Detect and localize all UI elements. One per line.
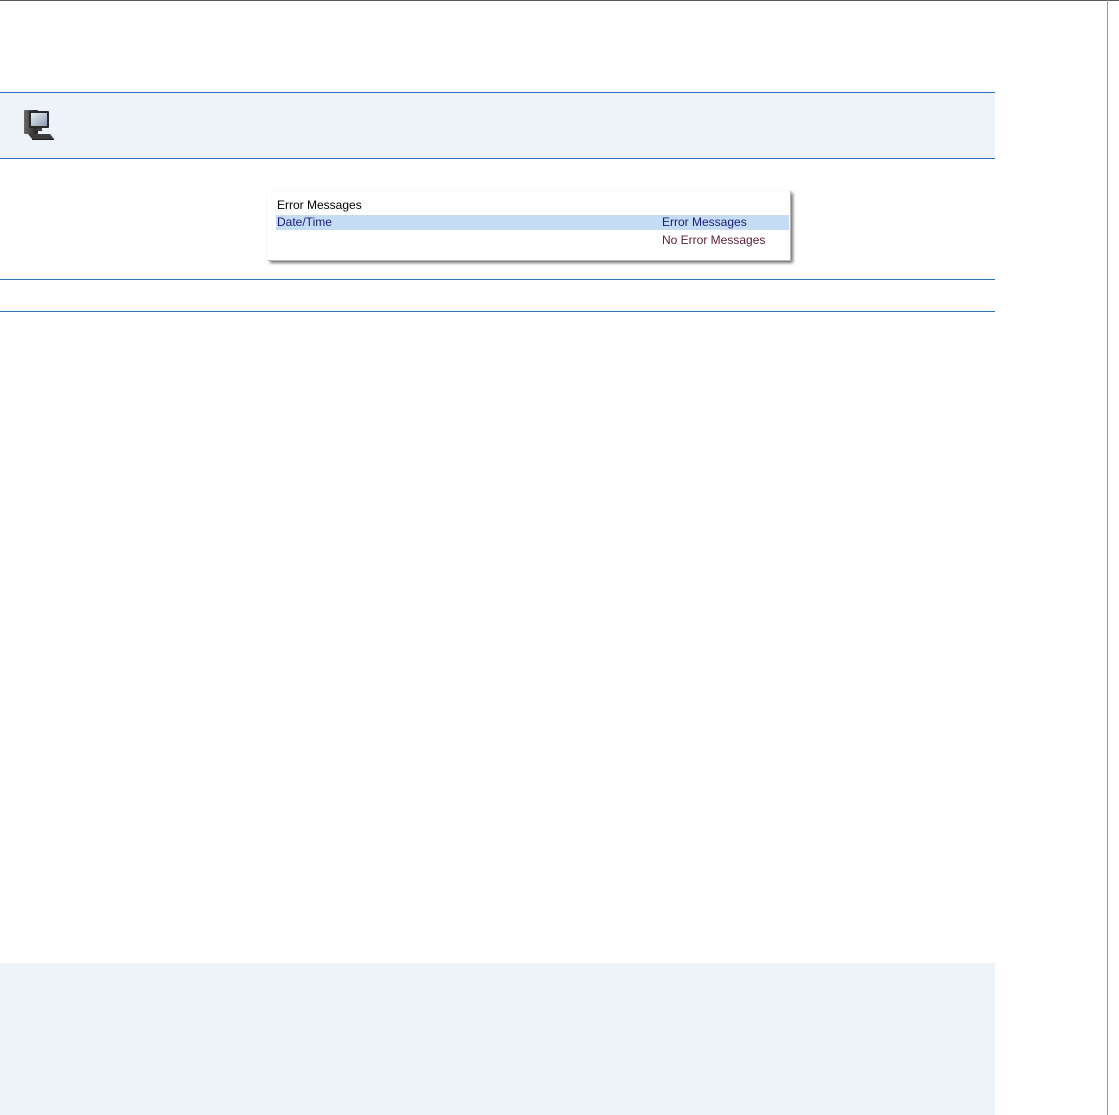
footer-band <box>0 963 995 1115</box>
manual-page: Error Messages Date/Time Error Messages … <box>0 0 1119 1115</box>
error-messages-panel: Error Messages Date/Time Error Messages … <box>268 191 791 261</box>
computer-icon <box>24 110 54 140</box>
page-margin-rule <box>1107 0 1108 1115</box>
column-header-error-messages: Error Messages <box>662 215 747 229</box>
panel-title: Error Messages <box>277 198 362 212</box>
table-header-row: Date/Time Error Messages <box>276 215 789 230</box>
web-ui-header-band <box>0 92 995 159</box>
section-divider <box>0 279 995 280</box>
page-top-rule <box>0 0 1119 1</box>
section-divider <box>0 311 995 312</box>
column-header-date-time: Date/Time <box>277 215 332 229</box>
table-row-message: No Error Messages <box>662 233 766 247</box>
